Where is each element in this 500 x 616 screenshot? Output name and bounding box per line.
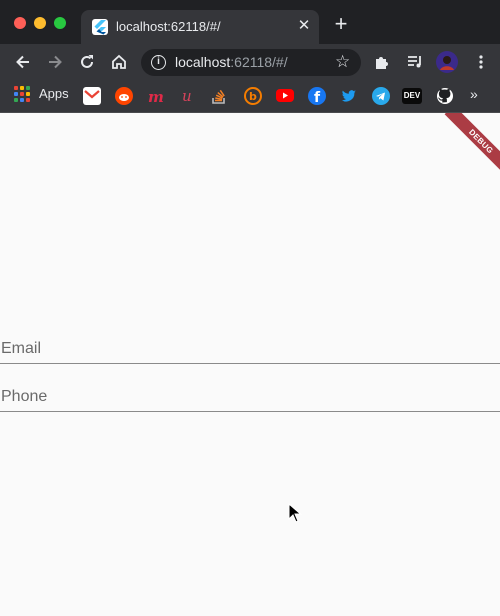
reddit-icon[interactable] <box>115 87 133 105</box>
facebook-icon[interactable]: f <box>308 87 326 106</box>
debug-banner-label: DEBUG <box>444 113 500 178</box>
more-bookmarks-icon[interactable]: » <box>470 86 478 102</box>
github-icon[interactable] <box>436 87 454 105</box>
medium-icon[interactable]: m <box>147 87 165 106</box>
forward-icon[interactable] <box>42 49 68 75</box>
upwork-icon[interactable]: u <box>180 87 198 105</box>
address-bar[interactable]: i localhost:62118/#/ ☆ <box>141 49 361 76</box>
svg-text:m: m <box>148 88 164 105</box>
close-window-button[interactable] <box>14 17 26 29</box>
info-icon[interactable]: i <box>151 55 166 70</box>
new-tab-button[interactable]: + <box>330 13 352 35</box>
svg-text:f: f <box>314 90 321 105</box>
phone-field-container <box>0 364 500 412</box>
svg-text:b: b <box>249 90 257 103</box>
email-field-container <box>0 316 500 364</box>
tab-title: localhost:62118/#/ <box>116 19 221 34</box>
media-icon[interactable] <box>402 49 428 75</box>
address-url[interactable]: localhost:62118/#/ <box>175 54 288 70</box>
flutter-favicon-icon <box>92 19 108 35</box>
browser-chrome: localhost:62118/#/ ✕ + i localhost:62118… <box>0 0 500 113</box>
profile-avatar[interactable] <box>434 49 460 75</box>
star-icon[interactable]: ☆ <box>335 52 350 72</box>
blogger-icon[interactable]: b <box>244 87 262 105</box>
toolbar: i localhost:62118/#/ ☆ <box>0 44 500 80</box>
gmail-icon[interactable] <box>83 87 101 105</box>
reload-icon[interactable] <box>74 49 100 75</box>
flutter-page <box>0 113 500 616</box>
menu-icon[interactable] <box>468 49 494 75</box>
dev-icon[interactable]: DEV <box>402 88 422 104</box>
stackoverflow-icon[interactable] <box>210 87 228 105</box>
extensions-icon[interactable] <box>369 49 395 75</box>
youtube-icon[interactable] <box>276 89 294 102</box>
apps-label[interactable]: Apps <box>39 86 69 101</box>
back-icon[interactable] <box>10 49 36 75</box>
url-host: localhost <box>175 54 231 70</box>
phone-field[interactable] <box>0 364 500 411</box>
tab-close-icon[interactable]: ✕ <box>296 17 312 35</box>
tab-active[interactable]: localhost:62118/#/ ✕ <box>81 10 319 44</box>
url-path: :62118/#/ <box>230 54 288 70</box>
twitter-icon[interactable] <box>340 87 358 105</box>
home-icon[interactable] <box>106 49 132 75</box>
tab-strip: localhost:62118/#/ ✕ + <box>0 0 500 44</box>
telegram-icon[interactable] <box>372 87 390 105</box>
minimize-window-button[interactable] <box>34 17 46 29</box>
apps-icon[interactable] <box>14 86 30 102</box>
svg-text:u: u <box>182 87 192 105</box>
maximize-window-button[interactable] <box>54 17 66 29</box>
mouse-pointer-icon <box>288 502 302 528</box>
email-field[interactable] <box>0 316 500 363</box>
debug-banner: DEBUG <box>430 113 500 183</box>
